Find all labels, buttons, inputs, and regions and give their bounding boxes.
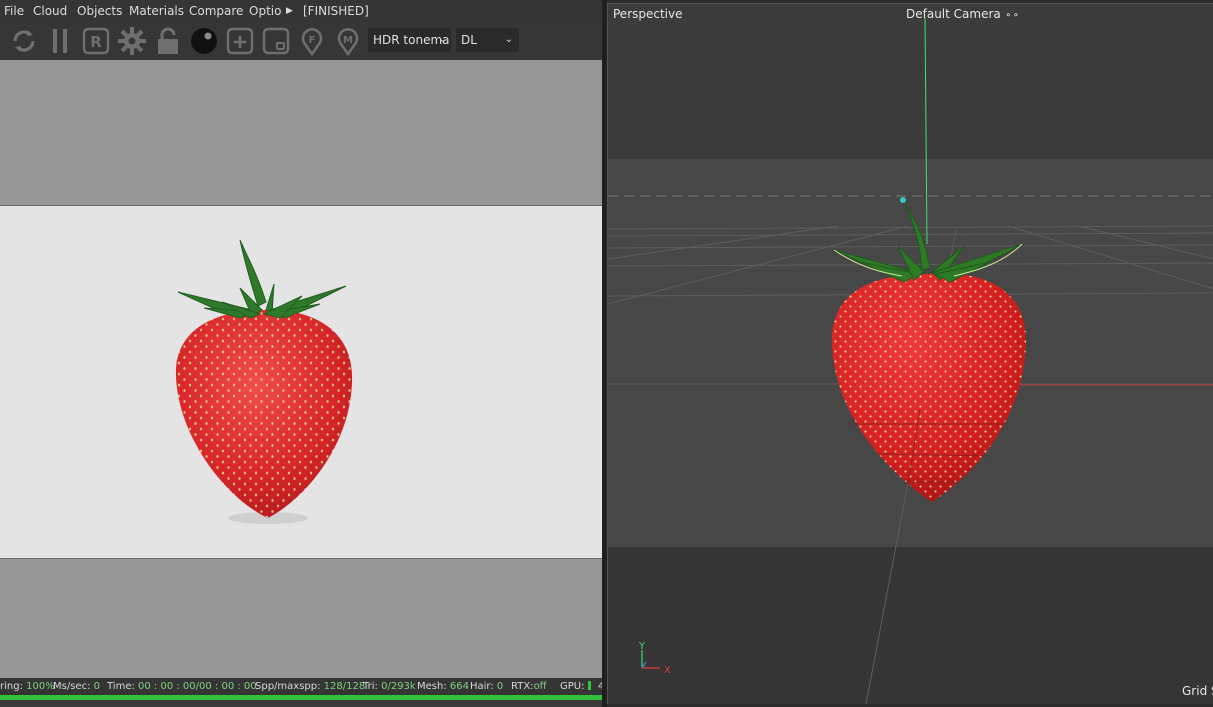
menu-bar: File Cloud Objects Materials Compare Opt… [0, 0, 604, 22]
camera-label[interactable]: Default Camera ⚬⚬ [906, 7, 1020, 21]
render-progress-bar [0, 695, 602, 700]
chevron-down-icon: ⌄ [438, 34, 447, 45]
kernel-select[interactable]: DL ⌄ [456, 28, 519, 52]
rendered-strawberry [175, 239, 353, 524]
perspective-viewport[interactable]: Y X [608, 4, 1213, 704]
material-ball-icon[interactable] [188, 25, 220, 57]
projection-label[interactable]: Perspective [613, 7, 683, 21]
settings-gear-icon[interactable] [116, 25, 148, 57]
status-mesh: Mesh: 664 [417, 681, 469, 692]
grid-spacing-label: Grid S [1182, 684, 1213, 698]
frame-icon[interactable] [260, 25, 292, 57]
status-tri: Tri: 0/293k [363, 681, 416, 692]
menu-options[interactable]: Optior [249, 4, 282, 18]
material-picker-icon[interactable]: M [332, 25, 364, 57]
status-rendering: ring: 100% [0, 681, 55, 692]
axis-x-label: X [664, 665, 671, 676]
menu-materials[interactable]: Materials [129, 4, 184, 18]
render-viewport[interactable] [0, 60, 602, 678]
status-spp: Spp/maxspp: 128/128 [255, 681, 366, 692]
render-image [0, 205, 602, 559]
svg-text:R: R [90, 33, 102, 51]
menu-cloud[interactable]: Cloud [33, 4, 67, 18]
status-bar: ring: 100% Ms/sec: 0 Time: 00 : 00 : 00/… [0, 678, 604, 695]
add-object-icon[interactable] [224, 25, 256, 57]
menu-file[interactable]: File [4, 4, 24, 18]
lock-icon[interactable] [152, 25, 184, 57]
menu-objects[interactable]: Objects [77, 4, 122, 18]
status-gpu: GPU: [560, 681, 591, 692]
svg-text:F: F [309, 35, 316, 46]
render-progress-fill [0, 695, 602, 700]
focus-picker-icon[interactable]: F [296, 25, 328, 57]
menu-overflow-arrow-icon[interactable]: ▶ [286, 6, 293, 16]
svg-text:M: M [343, 35, 353, 46]
render-window: File Cloud Objects Materials Compare Opt… [0, 0, 604, 707]
toolbar: R F M HDR tonema ⌄ DL ⌄ [0, 22, 604, 60]
chevron-down-icon: ⌄ [504, 34, 513, 45]
status-hair: Hair: 0 [470, 681, 504, 692]
status-mssec: Ms/sec: 0 [53, 681, 100, 692]
status-time: Time: 00 : 00 : 00/00 : 00 : 00 [107, 681, 257, 692]
render-status-tag: [FINISHED] [303, 4, 369, 18]
c4d-viewport-panel[interactable]: Y X Perspective Default Camera ⚬⚬ Grid S [607, 3, 1213, 704]
region-render-icon[interactable]: R [80, 25, 112, 57]
kernel-select-value: DL [461, 33, 477, 47]
status-rtx: RTX:off [511, 681, 547, 692]
tonemap-select[interactable]: HDR tonema ⌄ [368, 28, 451, 52]
gpu-usage-bar [587, 681, 591, 690]
menu-compare[interactable]: Compare [189, 4, 243, 18]
camera-link-icon[interactable]: ⚬⚬ [1005, 11, 1020, 21]
axis-y-label: Y [638, 641, 646, 652]
pause-icon[interactable] [44, 25, 76, 57]
restart-render-icon[interactable] [8, 25, 40, 57]
